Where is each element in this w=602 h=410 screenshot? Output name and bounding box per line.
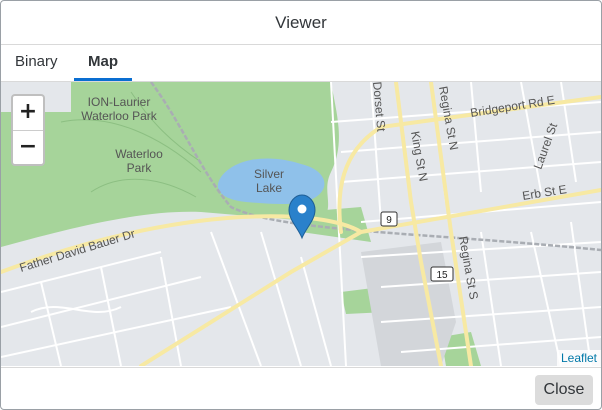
zoom-control: + − [11, 94, 45, 166]
viewer-dialog: Viewer Binary Map 9 15 ION-Laurier Water… [0, 0, 602, 410]
zoom-out-button[interactable]: − [13, 131, 43, 165]
svg-text:9: 9 [386, 215, 392, 226]
label-ion-laurier: ION-Laurier [88, 95, 151, 109]
route-9-shield: 9 [380, 211, 398, 227]
tab-bar: Binary Map [1, 45, 601, 82]
label-lake: Lake [256, 181, 282, 195]
route-15-shield: 15 [430, 266, 454, 282]
dialog-footer: Close [1, 367, 601, 409]
map-view[interactable]: 9 15 ION-Laurier Waterloo Park Waterloo … [1, 82, 601, 366]
map-tiles[interactable]: 9 15 ION-Laurier Waterloo Park Waterloo … [1, 82, 601, 366]
leaflet-attribution-link[interactable]: Leaflet [556, 350, 601, 366]
close-button[interactable]: Close [535, 375, 593, 405]
tab-map[interactable]: Map [74, 45, 132, 81]
label-silver: Silver [254, 167, 284, 181]
tab-binary[interactable]: Binary [15, 45, 58, 81]
label-park: Park [127, 161, 153, 175]
dialog-title: Viewer [1, 1, 601, 45]
label-waterloo: Waterloo [115, 147, 163, 161]
svg-text:15: 15 [436, 270, 448, 281]
zoom-in-button[interactable]: + [13, 96, 43, 131]
label-waterloo-park: Waterloo Park [81, 109, 158, 123]
